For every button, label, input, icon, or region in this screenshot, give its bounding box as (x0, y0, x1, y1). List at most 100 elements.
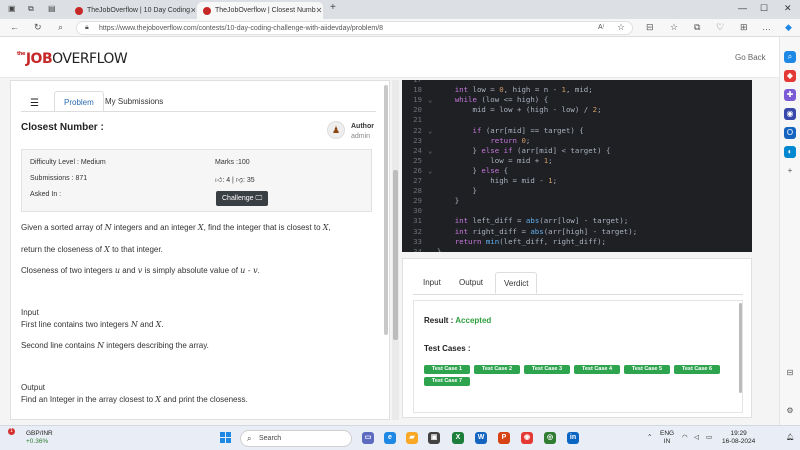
site-logo[interactable]: theJOBOVERFLOW (17, 51, 128, 67)
task-view-icon[interactable]: ▭ (362, 432, 374, 444)
whatsapp-icon[interactable]: ◎ (544, 432, 556, 444)
edge-app-icon[interactable]: e (384, 432, 396, 444)
code-line[interactable]: 20 mid = low + (high - low) / 2; (402, 105, 752, 115)
code-line[interactable]: 22 ⌄ if (arr[mid] == target) { (402, 126, 752, 136)
test-case-badge[interactable]: Test Case 2 (474, 365, 520, 374)
close-tab-icon[interactable]: ✕ (190, 6, 195, 15)
linkedin-icon[interactable]: in (567, 432, 579, 444)
line-number: 20 (413, 105, 422, 115)
challenge-button[interactable]: Challenge 🖵︎ (216, 191, 269, 206)
line-number: 34 (413, 246, 422, 252)
powerpoint-icon[interactable]: P (498, 432, 510, 444)
store-icon[interactable]: ▣ (428, 432, 440, 444)
search-sidebar-icon[interactable]: ⌕ (784, 51, 796, 63)
battery-icon[interactable]: ▭ (706, 434, 712, 442)
close-tab-icon[interactable]: ✕ (316, 6, 323, 15)
chrome-icon[interactable]: ◉ (521, 432, 533, 444)
outlook-icon[interactable]: O (784, 127, 796, 139)
code-line[interactable]: 34 } (402, 247, 752, 252)
file-explorer-icon[interactable]: ▰ (406, 432, 418, 444)
code-line[interactable]: 31 int left_diff = abs(arr[low] - target… (402, 216, 752, 226)
favorite-star-icon[interactable]: ☆ (617, 22, 625, 33)
test-case-badge[interactable]: Test Case 4 (574, 365, 620, 374)
code-line[interactable]: 19 ⌄ while (low <= high) { (402, 95, 752, 105)
read-aloud-icon[interactable]: A⁾ (598, 23, 604, 31)
add-sidebar-icon[interactable]: + (784, 165, 796, 177)
extensions-icon[interactable]: ⊞ (740, 22, 748, 33)
verdict-scrollbar[interactable] (739, 303, 742, 393)
code-line[interactable]: 26 ⌄ } else { (402, 166, 752, 176)
go-back-link[interactable]: Go Back (735, 53, 766, 62)
show-hidden-icons-icon[interactable]: ⌃ (647, 434, 652, 442)
code-line[interactable]: 21 (402, 115, 752, 125)
volume-icon[interactable]: ◁ (694, 434, 699, 442)
code-line[interactable]: 24 ⌄ } else if (arr[mid] < target) { (402, 146, 752, 156)
search-icon[interactable]: ⌕ (58, 22, 63, 33)
code-line[interactable]: 30 (402, 206, 752, 216)
browser-essentials-icon[interactable]: ♡ (716, 22, 724, 33)
line-number: 32 (413, 226, 422, 236)
code-line[interactable]: 18 int low = 0, high = n - 1, mid; (402, 85, 752, 95)
code-line[interactable]: 33 return min(left_diff, right_diff); (402, 237, 752, 247)
workspaces-icon[interactable]: ⧉ (28, 4, 34, 14)
lock-icon[interactable]: 🔒︎ (85, 24, 89, 32)
clock[interactable]: 19:29 16-08-2024 (722, 430, 755, 446)
games-icon[interactable]: ◉ (784, 108, 796, 120)
code-line[interactable]: 32 int right_diff = abs(arr[high] - targ… (402, 227, 752, 237)
problem-scrollbar[interactable] (384, 85, 388, 335)
ticker-widget[interactable]: 1 GBP/INR +0.36% (8, 428, 53, 446)
address-bar[interactable]: 🔒︎ https://www.thejoboverflow.com/contes… (76, 21, 633, 35)
tab-verdict[interactable]: Verdict (495, 272, 538, 294)
drop-icon[interactable]: ◐ (784, 146, 796, 158)
refresh-icon[interactable]: ↻ (34, 22, 42, 33)
test-case-badge[interactable]: Test Case 6 (674, 365, 720, 374)
thumbs-down-icon[interactable]: 👎︎ (236, 177, 243, 184)
browser-toolbar: ← ↻ ⌕ 🔒︎ https://www.thejoboverflow.com/… (0, 19, 800, 37)
shopping-icon[interactable]: ◆ (784, 70, 796, 82)
verdict-box: Result : Accepted Test Cases : Test Case… (413, 300, 743, 413)
code-text: int right_diff = abs(arr[high] - target)… (454, 226, 638, 236)
page-scrollbar[interactable] (392, 80, 399, 420)
hamburger-menu-icon[interactable]: ☰ (30, 98, 39, 109)
code-editor[interactable]: 17 18 int low = 0, high = n - 1, mid;19⌄… (402, 80, 752, 252)
minimize-icon[interactable]: — (738, 3, 747, 13)
tools-icon[interactable]: ✚ (784, 89, 796, 101)
code-line[interactable]: 23 return 0; (402, 136, 752, 146)
back-icon[interactable]: ← (10, 22, 19, 32)
tab-input[interactable]: Input (415, 272, 449, 294)
settings-more-icon[interactable]: … (762, 22, 771, 32)
vertical-tabs-icon[interactable]: ▤ (48, 4, 56, 13)
code-line[interactable]: 29 } (402, 196, 752, 206)
windows-start-icon[interactable] (220, 432, 232, 444)
new-tab-icon[interactable]: + (330, 2, 336, 13)
tab-output[interactable]: Output (451, 272, 491, 294)
split-screen-icon[interactable]: ⊟ (646, 22, 654, 33)
code-line[interactable]: 25 low = mid + 1; (402, 156, 752, 166)
language-indicator[interactable]: ENG IN (660, 430, 674, 446)
close-window-icon[interactable]: ✕ (784, 3, 792, 14)
maximize-icon[interactable]: ☐ (760, 3, 768, 14)
hide-sidebar-icon[interactable]: ⊟ (784, 367, 796, 379)
test-case-badge[interactable]: Test Case 3 (524, 365, 570, 374)
browser-tab-problem[interactable]: TheJobOverflow | Closest Numb ✕ (197, 2, 323, 19)
collections-icon[interactable]: ⧉ (694, 22, 700, 33)
code-text: int left_diff = abs(arr[low] - target); (454, 216, 629, 226)
code-line[interactable]: 27 high = mid - 1; (402, 176, 752, 186)
page-scrollbar-thumb[interactable] (393, 170, 398, 340)
profile-icon[interactable]: ▣ (8, 4, 16, 13)
notifications-icon[interactable]: 🔔︎ (786, 434, 794, 442)
taskbar-search[interactable]: ⌕ Search (240, 430, 352, 447)
excel-icon[interactable]: X (452, 432, 464, 444)
browser-tab-contest[interactable]: TheJobOverflow | 10 Day Coding ✕ (69, 2, 195, 19)
sidebar-settings-icon[interactable]: ⚙ (784, 405, 796, 417)
word-icon[interactable]: W (475, 432, 487, 444)
notification-badge: 1 (8, 428, 15, 435)
favorites-icon[interactable]: ☆ (670, 22, 678, 33)
wifi-icon[interactable]: ◠ (682, 434, 688, 442)
test-case-badge[interactable]: Test Case 5 (624, 365, 670, 374)
test-case-badge[interactable]: Test Case 7 (424, 377, 470, 386)
copilot-icon[interactable]: ◆ (785, 22, 792, 33)
code-line[interactable]: 28 } (402, 186, 752, 196)
test-case-badge[interactable]: Test Case 1 (424, 365, 470, 374)
tab-my-submissions[interactable]: My Submissions (96, 91, 172, 112)
